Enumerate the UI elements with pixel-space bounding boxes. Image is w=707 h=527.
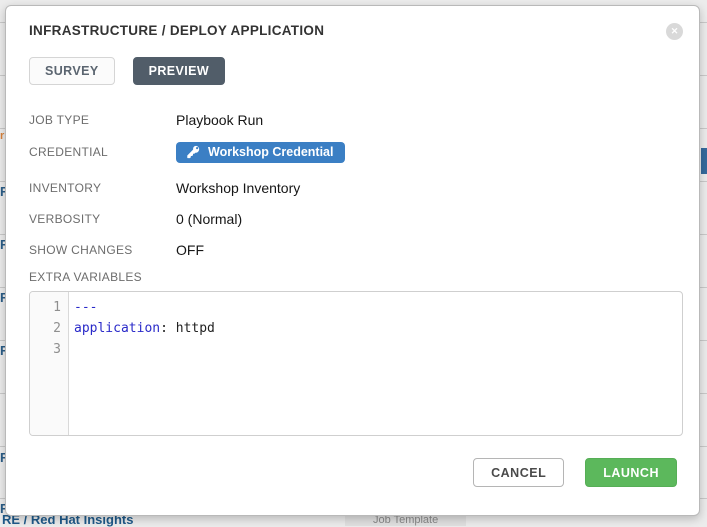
tab-survey[interactable]: SURVEY — [29, 57, 115, 85]
launch-button[interactable]: LAUNCH — [585, 458, 677, 487]
field-value: Playbook Run — [176, 112, 263, 128]
field-value: Workshop Inventory — [176, 180, 300, 196]
field-job-type: JOB TYPE Playbook Run — [29, 109, 677, 130]
key-icon — [186, 145, 200, 159]
credential-badge-label: Workshop Credential — [208, 145, 333, 159]
deploy-application-modal: INFRASTRUCTURE / DEPLOY APPLICATION SURV… — [5, 5, 700, 516]
field-verbosity: VERBOSITY 0 (Normal) — [29, 208, 677, 229]
modal-footer: CANCEL LAUNCH — [473, 458, 677, 487]
bg-text-fragment: r — [0, 130, 4, 142]
job-details: JOB TYPE Playbook Run CREDENTIAL Worksho… — [29, 109, 677, 260]
close-icon[interactable] — [666, 23, 683, 40]
field-value: OFF — [176, 242, 204, 258]
tab-preview[interactable]: PREVIEW — [133, 57, 225, 85]
yaml-key: application — [74, 321, 160, 336]
extra-variables-label: EXTRA VARIABLES — [29, 270, 677, 284]
field-value: 0 (Normal) — [176, 211, 242, 227]
cancel-button[interactable]: CANCEL — [473, 458, 564, 487]
editor-line-numbers: 1 2 3 — [30, 292, 69, 435]
field-show-changes: SHOW CHANGES OFF — [29, 239, 677, 260]
code-line: application: httpd — [74, 318, 215, 339]
tab-row: SURVEY PREVIEW — [29, 57, 677, 85]
modal-header: INFRASTRUCTURE / DEPLOY APPLICATION — [29, 23, 677, 38]
field-label: JOB TYPE — [29, 113, 176, 127]
line-number: 3 — [30, 339, 68, 360]
bg-badge-fragment — [701, 148, 707, 174]
yaml-value: httpd — [168, 321, 215, 336]
field-label: INVENTORY — [29, 181, 176, 195]
field-inventory: INVENTORY Workshop Inventory — [29, 177, 677, 198]
yaml-colon: : — [160, 321, 168, 336]
editor-code-area[interactable]: --- application: httpd — [69, 292, 215, 435]
extra-variables-editor[interactable]: 1 2 3 --- application: httpd — [29, 291, 683, 436]
line-number: 1 — [30, 297, 68, 318]
credential-badge[interactable]: Workshop Credential — [176, 142, 345, 163]
field-label: CREDENTIAL — [29, 145, 176, 159]
yaml-doc-separator: --- — [74, 300, 97, 315]
field-label: VERBOSITY — [29, 212, 176, 226]
line-number: 2 — [30, 318, 68, 339]
field-label: SHOW CHANGES — [29, 243, 176, 257]
field-credential: CREDENTIAL Workshop Credential — [29, 140, 677, 164]
modal-title: INFRASTRUCTURE / DEPLOY APPLICATION — [29, 23, 677, 38]
code-line: --- — [74, 297, 215, 318]
